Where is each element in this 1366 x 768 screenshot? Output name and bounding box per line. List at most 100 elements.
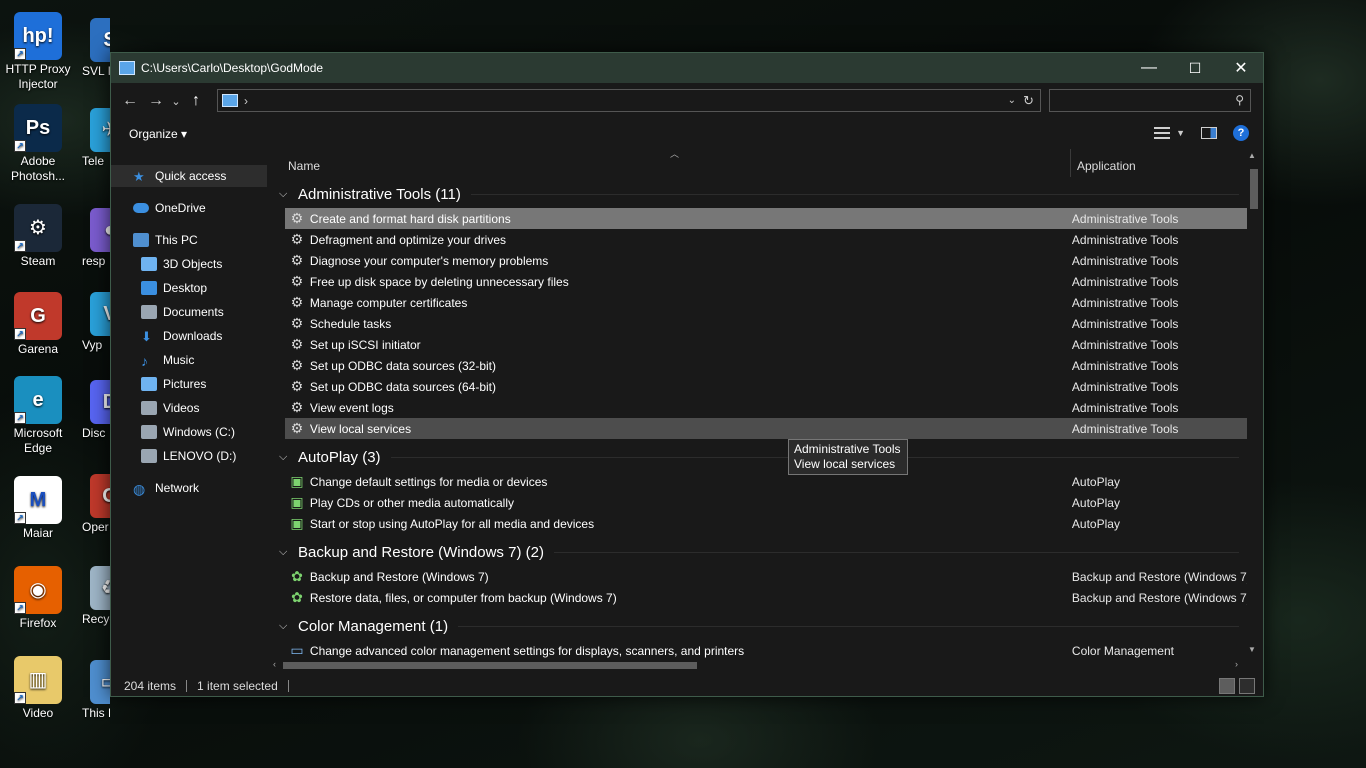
view-dropdown-icon[interactable]: ▼ — [1176, 128, 1185, 138]
preview-pane-icon[interactable] — [1201, 127, 1217, 139]
music-icon: ♪ — [141, 353, 148, 369]
list-item[interactable]: ⚙ Set up iSCSI initiator Administrative To… — [285, 334, 1247, 355]
status-bar: 204 items 1 item selected — [111, 675, 1263, 697]
desktop-icon[interactable]: Ps ↗ Adobe Photosh... — [0, 104, 76, 184]
desktop-icon[interactable]: G ↗ Garena — [0, 292, 76, 357]
nav-item[interactable]: ♪ Music — [111, 349, 267, 371]
list-item[interactable]: ⚙ Diagnose your computer's memory problem… — [285, 250, 1247, 271]
breadcrumb-separator[interactable]: › — [244, 94, 248, 108]
app-icon-symbol: ♻ — [101, 578, 110, 598]
nav-item[interactable]: ◍ Network — [111, 477, 267, 499]
search-box[interactable]: ⚲ — [1049, 89, 1251, 112]
group-header[interactable]: ⌵ AutoPlay (3) — [277, 445, 1249, 469]
recent-locations-button[interactable]: ⌄ — [169, 95, 183, 108]
desktop-icon[interactable]: ▥ ↗ Video — [0, 656, 76, 721]
desktop-icon[interactable]: S SVL I — [76, 18, 110, 79]
desktop-icon[interactable]: ⚙ ↗ Steam — [0, 204, 76, 269]
gear-icon: ⚙ — [290, 273, 304, 289]
minimize-button[interactable]: — — [1126, 53, 1172, 83]
list-item[interactable]: ⚙ Set up ODBC data sources (64-bit) Admini… — [285, 376, 1247, 397]
change-view-icon[interactable] — [1154, 127, 1171, 139]
nav-item[interactable]: ⬇ Downloads — [111, 325, 267, 347]
desktop-icon-label: Firefox — [19, 616, 57, 630]
item-name: Diagnose your computer's memory problems — [309, 253, 549, 268]
nav-item[interactable]: ★ Quick access — [111, 165, 267, 187]
list-item[interactable]: ✿ Backup and Restore (Windows 7) Backup an… — [285, 566, 1247, 587]
desktop-icon[interactable]: ◉ ↗ Firefox — [0, 566, 76, 631]
scroll-up-icon[interactable]: ▲ — [1248, 151, 1256, 160]
desktop-icon[interactable]: e ↗ Microsoft Edge — [0, 376, 76, 456]
list-item[interactable]: ⚙ Create and format hard disk partitions A… — [285, 208, 1247, 229]
list-item[interactable]: ⚙ View local services Administrative Tools — [285, 418, 1247, 439]
forward-button[interactable]: → — [143, 92, 169, 110]
back-button[interactable]: ← — [117, 92, 143, 110]
desktop-icon[interactable]: ● resp — [76, 208, 110, 269]
list-item[interactable]: ⚙ Free up disk space by deleting unnecess… — [285, 271, 1247, 292]
address-dropdown-icon[interactable]: ⌄ — [1008, 95, 1016, 106]
navigation-pane: ★ Quick access OneDrive This PC 3D Objects De… — [111, 149, 267, 674]
tooltip: Administrative Tools View local services — [788, 439, 908, 475]
nav-item[interactable]: Windows (C:) — [111, 421, 267, 443]
desktop-icon[interactable]: D Disc — [76, 380, 110, 441]
desktop-icon[interactable]: ▭ This PC — [76, 660, 110, 721]
vertical-scrollbar[interactable]: ▲ ▼ — [1247, 149, 1261, 659]
scroll-down-icon[interactable]: ▼ — [1248, 645, 1256, 654]
nav-item[interactable]: Desktop — [111, 277, 267, 299]
nav-item[interactable]: OneDrive — [111, 197, 267, 219]
chevron-down-icon[interactable]: ⌵ — [279, 188, 293, 201]
column-application-header[interactable]: Application — [1077, 159, 1136, 173]
search-icon[interactable]: ⚲ — [1235, 93, 1244, 107]
nav-item[interactable]: 3D Objects — [111, 253, 267, 275]
list-item[interactable]: ⚙ Schedule tasks Administrative Tools — [285, 313, 1247, 334]
title-bar[interactable]: C:\Users\Carlo\Desktop\GodMode — ☐ ✕ — [111, 53, 1263, 83]
item-name: Defragment and optimize your drives — [309, 232, 507, 247]
chevron-down-icon[interactable]: ⌵ — [279, 546, 293, 559]
horizontal-scrollbar[interactable]: ‹ › — [271, 658, 1247, 672]
nav-item[interactable]: Pictures — [111, 373, 267, 395]
address-bar[interactable]: › ⌄ ↻ — [217, 89, 1041, 112]
list-item[interactable]: ⚙ View event logs Administrative Tools — [285, 397, 1247, 418]
refresh-icon[interactable]: ↻ — [1023, 93, 1034, 109]
group-header[interactable]: ⌵ Color Management (1) — [277, 614, 1249, 638]
desktop-icon[interactable]: ✈ Tele — [76, 108, 110, 169]
up-button[interactable]: ↑ — [183, 92, 209, 110]
group-header[interactable]: ⌵ Administrative Tools (11) — [277, 182, 1249, 206]
chevron-down-icon[interactable]: ⌵ — [279, 620, 293, 633]
item-application: AutoPlay — [1071, 495, 1120, 510]
scroll-right-icon[interactable]: › — [1235, 659, 1238, 669]
group-header[interactable]: ⌵ Backup and Restore (Windows 7) (2) — [277, 540, 1249, 564]
desktop-icon[interactable]: M ↗ Maiar — [0, 476, 76, 541]
nav-item[interactable]: Documents — [111, 301, 267, 323]
maximize-button[interactable]: ☐ — [1172, 53, 1218, 83]
large-icons-view-icon[interactable] — [1239, 678, 1255, 694]
gear-icon: ⚙ — [290, 336, 304, 352]
details-view-icon[interactable] — [1219, 678, 1235, 694]
close-button[interactable]: ✕ — [1218, 53, 1264, 83]
nav-item[interactable]: This PC — [111, 229, 267, 251]
scroll-thumb[interactable] — [1250, 169, 1258, 209]
scroll-thumb-horizontal[interactable] — [283, 662, 697, 669]
nav-item[interactable]: Videos — [111, 397, 267, 419]
column-separator[interactable] — [1070, 149, 1071, 177]
desktop-icon[interactable]: hp! ↗ HTTP Proxy Injector — [0, 12, 76, 92]
desktop-icon[interactable]: VVyp — [76, 292, 110, 353]
desktop-icon-label: Oper — [82, 520, 109, 534]
item-application: Administrative Tools — [1071, 253, 1179, 268]
list-item[interactable]: ▣ Play CDs or other media automatically Au… — [285, 492, 1247, 513]
column-name-header[interactable]: Name — [288, 159, 320, 173]
organize-button[interactable]: Organize ▾ — [129, 127, 187, 141]
app-icon-symbol: e — [32, 388, 44, 411]
list-item[interactable]: ⚙ Set up ODBC data sources (32-bit) Admini… — [285, 355, 1247, 376]
app-icon: G ↗ — [14, 292, 62, 340]
desktop-icon[interactable]: O Oper — [76, 474, 110, 535]
list-item[interactable]: ▣ Start or stop using AutoPlay for all me… — [285, 513, 1247, 534]
nav-item[interactable]: LENOVO (D:) — [111, 445, 267, 467]
list-item[interactable]: ⚙ Defragment and optimize your drives Admi… — [285, 229, 1247, 250]
help-icon[interactable]: ? — [1233, 125, 1249, 141]
chevron-down-icon[interactable]: ⌵ — [279, 451, 293, 464]
list-item[interactable]: ✿ Restore data, files, or computer from b… — [285, 587, 1247, 608]
scroll-left-icon[interactable]: ‹ — [273, 659, 276, 669]
list-item[interactable]: ▣ Change default settings for media or de… — [285, 471, 1247, 492]
list-item[interactable]: ⚙ Manage computer certificates Administrat… — [285, 292, 1247, 313]
desktop-icon[interactable]: ♻ Recycle — [76, 566, 110, 627]
